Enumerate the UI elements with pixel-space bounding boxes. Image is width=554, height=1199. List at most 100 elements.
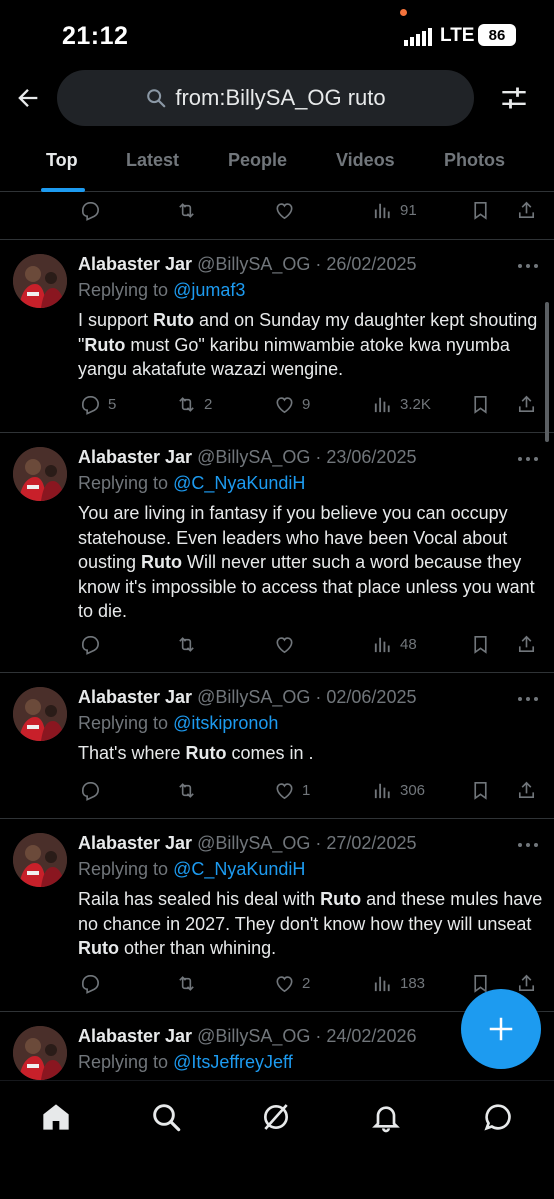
avatar[interactable] <box>13 833 67 887</box>
avatar[interactable] <box>13 254 67 308</box>
replying-to-prefix: Replying to <box>78 1052 174 1072</box>
tweet[interactable]: Alabaster Jar @BillySA_OG · 02/06/2025 Re… <box>0 673 554 819</box>
author-handle-date: @BillySA_OG · 23/06/2025 <box>197 447 417 467</box>
bookmark-icon <box>474 635 487 653</box>
nav-home[interactable] <box>38 1099 74 1135</box>
avatar[interactable] <box>13 1026 67 1080</box>
author-name[interactable]: Alabaster Jar <box>78 833 192 853</box>
more-options-icon[interactable] <box>516 839 540 851</box>
reply-icon <box>82 395 99 414</box>
replying-to-handle[interactable]: @ItsJeffreyJeff <box>173 1052 293 1072</box>
tweet[interactable]: Alabaster Jar @BillySA_OG · 23/06/2025 Re… <box>0 433 554 673</box>
like-icon <box>276 975 293 992</box>
replying-to: Replying to @ItsJeffreyJeff <box>78 1052 293 1073</box>
avatar[interactable] <box>13 687 67 741</box>
compose-button[interactable] <box>461 989 541 1069</box>
author-handle-date: @BillySA_OG · 02/06/2025 <box>197 687 417 707</box>
repost-icon <box>178 975 195 991</box>
reply-button[interactable] <box>79 195 102 225</box>
search-tabs: Top Latest People Videos Photos <box>0 140 554 192</box>
avatar[interactable] <box>13 447 67 501</box>
like-icon <box>276 202 293 219</box>
nav-messages[interactable] <box>480 1099 516 1135</box>
repost-button[interactable] <box>175 629 204 659</box>
bookmark-button[interactable] <box>469 195 492 225</box>
author-name[interactable]: Alabaster Jar <box>78 1026 192 1046</box>
reply-icon <box>82 635 99 654</box>
replying-to-prefix: Replying to <box>78 713 174 733</box>
like-icon <box>276 636 293 653</box>
share-button[interactable] <box>515 775 538 805</box>
bookmark-button[interactable] <box>469 389 492 419</box>
views-button[interactable]: 91 <box>371 195 417 225</box>
tweet-text-segment: Ruto <box>320 889 362 909</box>
more-options-icon[interactable] <box>516 693 540 705</box>
tweet-header: Alabaster Jar @BillySA_OG · 02/06/2025 <box>78 687 416 708</box>
tab-top[interactable]: Top <box>46 150 78 171</box>
reply-button[interactable] <box>79 629 108 659</box>
replying-to-handle[interactable]: @itskipronoh <box>173 713 278 733</box>
nav-search[interactable] <box>148 1099 184 1135</box>
back-button[interactable] <box>12 82 44 114</box>
scrollbar[interactable] <box>545 302 549 442</box>
more-options-icon[interactable] <box>516 453 540 465</box>
like-button[interactable] <box>273 195 296 225</box>
views-button[interactable]: 3.2K <box>371 389 431 419</box>
repost-button[interactable] <box>175 968 204 998</box>
avatar-photo <box>13 687 67 741</box>
like-button[interactable]: 9 <box>273 389 310 419</box>
like-count: 1 <box>302 781 311 799</box>
like-count: 2 <box>302 974 311 992</box>
search-input[interactable]: from:BillySA_OG ruto <box>57 70 474 126</box>
more-options-icon[interactable] <box>516 260 540 272</box>
repost-button[interactable] <box>175 195 198 225</box>
like-button[interactable]: 1 <box>273 775 310 805</box>
author-name[interactable]: Alabaster Jar <box>78 447 192 467</box>
share-button[interactable] <box>515 629 538 659</box>
tweet[interactable]: Alabaster Jar @BillySA_OG · 26/02/2025 Re… <box>0 240 554 433</box>
views-icon <box>374 396 390 413</box>
author-name[interactable]: Alabaster Jar <box>78 687 192 707</box>
tweet-text-segment: Ruto <box>185 743 227 763</box>
tweet-actions-partial: 91 <box>0 195 554 225</box>
tab-people[interactable]: People <box>228 150 287 171</box>
like-button[interactable] <box>273 629 302 659</box>
battery-icon: 86 <box>478 24 516 46</box>
tweet[interactable]: Alabaster Jar @BillySA_OG · 27/02/2025 Re… <box>0 819 554 1012</box>
reply-button[interactable] <box>79 968 108 998</box>
reply-icon <box>82 201 99 220</box>
share-button[interactable] <box>515 195 538 225</box>
views-button[interactable]: 183 <box>371 968 425 998</box>
views-button[interactable]: 48 <box>371 629 417 659</box>
nav-notifications[interactable] <box>368 1099 404 1135</box>
tweet-header: Alabaster Jar @BillySA_OG · 24/02/2026 <box>78 1026 416 1047</box>
reply-button[interactable]: 5 <box>79 389 116 419</box>
views-button[interactable]: 306 <box>371 775 425 805</box>
repost-button[interactable]: 2 <box>175 389 212 419</box>
author-name[interactable]: Alabaster Jar <box>78 254 192 274</box>
replying-to-handle[interactable]: @C_NyaKundiH <box>173 859 305 879</box>
replying-to: Replying to @itskipronoh <box>78 713 278 734</box>
arrow-left-icon <box>18 89 38 107</box>
share-icon <box>518 781 535 798</box>
repost-icon <box>178 202 195 218</box>
search-filter-button[interactable] <box>498 82 530 114</box>
repost-button[interactable] <box>175 775 204 805</box>
nav-grok[interactable] <box>258 1099 294 1135</box>
bookmark-button[interactable] <box>469 629 492 659</box>
like-button[interactable]: 2 <box>273 968 310 998</box>
repost-icon <box>178 636 195 652</box>
tab-latest[interactable]: Latest <box>126 150 179 171</box>
tab-videos[interactable]: Videos <box>336 150 395 171</box>
reply-button[interactable] <box>79 775 108 805</box>
signal-icon <box>404 28 432 46</box>
tab-photos[interactable]: Photos <box>444 150 505 171</box>
avatar-photo <box>13 1026 67 1080</box>
views-icon <box>374 202 390 219</box>
status-time: 21:12 <box>62 22 129 50</box>
repost-icon <box>178 396 195 412</box>
bookmark-button[interactable] <box>469 775 492 805</box>
replying-to-handle[interactable]: @C_NyaKundiH <box>173 473 305 493</box>
replying-to-handle[interactable]: @jumaf3 <box>173 280 245 300</box>
share-button[interactable] <box>515 389 538 419</box>
